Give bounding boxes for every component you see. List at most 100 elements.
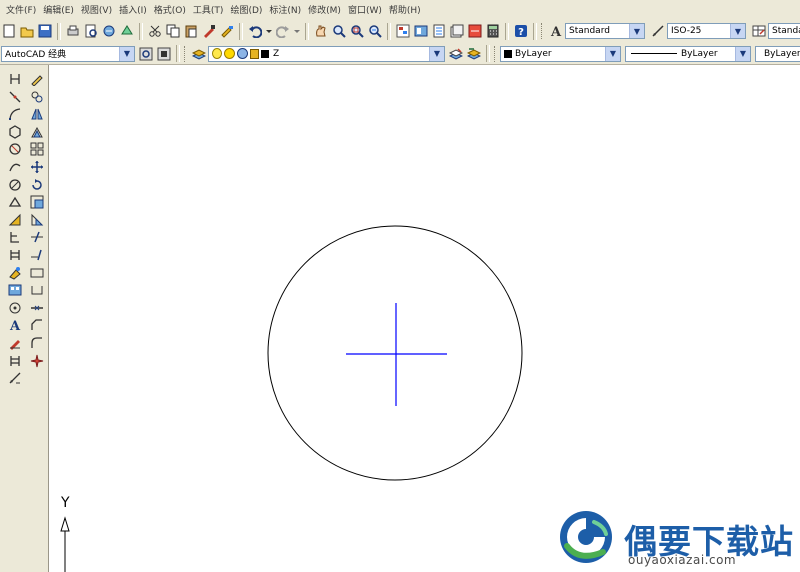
dim-style-icon[interactable] — [650, 23, 666, 39]
globe-icon[interactable] — [237, 48, 248, 59]
toolbar-grip[interactable] — [494, 45, 498, 62]
chevron-down-icon[interactable]: ▼ — [605, 46, 620, 61]
break-at-point-icon[interactable] — [29, 265, 45, 281]
save-icon[interactable] — [37, 23, 53, 39]
menu-insert[interactable]: 插入(I) — [119, 3, 147, 16]
chevron-down-icon[interactable]: ▼ — [429, 46, 444, 61]
line-icon[interactable] — [7, 71, 23, 87]
hatch-icon[interactable]: A — [7, 317, 23, 333]
plot-icon[interactable] — [65, 23, 81, 39]
polygon-icon[interactable] — [7, 124, 23, 140]
sheet-set-icon[interactable] — [449, 23, 465, 39]
ellipse-arc-icon[interactable] — [7, 247, 23, 263]
layer-previous-icon[interactable] — [466, 46, 482, 62]
menu-file[interactable]: 文件(F) — [6, 3, 36, 16]
table-icon[interactable] — [7, 353, 23, 369]
menu-modify[interactable]: 修改(M) — [308, 3, 341, 16]
lineweight-select[interactable]: ByLayer — [755, 45, 800, 62]
cut-icon[interactable] — [147, 23, 163, 39]
toolbar-grip[interactable] — [184, 45, 188, 62]
make-block-icon[interactable] — [7, 282, 23, 298]
extend-icon[interactable] — [29, 247, 45, 263]
copy-icon[interactable] — [165, 23, 181, 39]
make-layer-current-icon[interactable] — [448, 46, 464, 62]
text-style-icon[interactable]: A — [548, 23, 564, 39]
plot-preview-icon[interactable] — [83, 23, 99, 39]
menu-view[interactable]: 视图(V) — [81, 3, 112, 16]
chevron-down-icon[interactable]: ▼ — [119, 46, 134, 61]
chevron-down-icon[interactable] — [265, 23, 273, 39]
help-icon[interactable]: ? — [513, 23, 529, 39]
copy-object-icon[interactable] — [29, 89, 45, 105]
new-file-icon[interactable] — [1, 23, 17, 39]
chevron-down-icon[interactable]: ▼ — [629, 24, 644, 38]
zoom-window-icon[interactable] — [349, 23, 365, 39]
layer-select[interactable]: Z ▼ — [208, 45, 445, 62]
circle-icon[interactable] — [7, 177, 23, 193]
chamfer-icon[interactable] — [29, 317, 45, 333]
rectangle-icon[interactable] — [7, 141, 23, 157]
undo-icon[interactable] — [247, 23, 263, 39]
fillet-icon[interactable] — [29, 335, 45, 351]
table-style-icon[interactable] — [751, 23, 767, 39]
paste-icon[interactable] — [183, 23, 199, 39]
dim-style-select[interactable]: ISO-25 ▼ — [667, 23, 746, 39]
chevron-down-icon[interactable]: ▼ — [730, 24, 745, 38]
insert-block-icon[interactable] — [7, 265, 23, 281]
markup-icon[interactable] — [467, 23, 483, 39]
toolbar-grip[interactable] — [541, 23, 545, 39]
spline-icon[interactable] — [7, 212, 23, 228]
point-icon[interactable] — [7, 300, 23, 316]
sun-icon[interactable] — [224, 48, 235, 59]
join-icon[interactable] — [29, 300, 45, 316]
drawing-canvas[interactable]: Y — [48, 65, 800, 572]
polyline-icon[interactable] — [7, 106, 23, 122]
text-style-select[interactable]: Standard ▼ — [565, 23, 645, 39]
pan-icon[interactable] — [313, 23, 329, 39]
menu-help[interactable]: 帮助(H) — [389, 3, 421, 16]
menu-draw[interactable]: 绘图(D) — [230, 3, 262, 16]
offset-icon[interactable] — [29, 124, 45, 140]
table-style-select[interactable]: Standard — [768, 23, 800, 39]
multiline-text-icon[interactable] — [7, 370, 23, 386]
design-center-icon[interactable] — [413, 23, 429, 39]
arc-icon[interactable] — [7, 159, 23, 175]
block-editor-icon[interactable] — [219, 23, 235, 39]
3d-dwf-icon[interactable] — [119, 23, 135, 39]
rotate-icon[interactable] — [29, 177, 45, 193]
calculator-icon[interactable] — [485, 23, 501, 39]
publish-icon[interactable] — [101, 23, 117, 39]
menu-window[interactable]: 窗口(W) — [348, 3, 382, 16]
properties-icon[interactable] — [395, 23, 411, 39]
drawn-circle[interactable] — [267, 225, 523, 481]
trim-icon[interactable] — [29, 229, 45, 245]
ellipse-icon[interactable] — [7, 229, 23, 245]
zoom-realtime-icon[interactable] — [331, 23, 347, 39]
color-select[interactable]: ByLayer ▼ — [500, 45, 621, 62]
construction-line-icon[interactable] — [7, 89, 23, 105]
open-file-icon[interactable] — [19, 23, 35, 39]
zoom-previous-icon[interactable] — [367, 23, 383, 39]
gradient-icon[interactable] — [7, 335, 23, 351]
menu-tools[interactable]: 工具(T) — [193, 3, 224, 16]
move-icon[interactable] — [29, 159, 45, 175]
menu-dimension[interactable]: 标注(N) — [269, 3, 301, 16]
menu-edit[interactable]: 编辑(E) — [43, 3, 74, 16]
break-icon[interactable] — [29, 282, 45, 298]
scale-icon[interactable] — [29, 194, 45, 210]
linetype-select[interactable]: ByLayer ▼ — [625, 45, 751, 62]
lightbulb-icon[interactable] — [212, 48, 222, 59]
workspace-settings-icon[interactable] — [138, 46, 154, 62]
redo-icon[interactable] — [275, 23, 291, 39]
erase-icon[interactable] — [29, 71, 45, 87]
match-properties-icon[interactable] — [201, 23, 217, 39]
chevron-down-icon[interactable]: ▼ — [735, 46, 750, 61]
layer-manager-icon[interactable] — [191, 46, 207, 62]
chevron-down-icon[interactable] — [293, 23, 301, 39]
lock-toolbar-icon[interactable] — [156, 46, 172, 62]
stretch-icon[interactable] — [29, 212, 45, 228]
explode-icon[interactable] — [29, 353, 45, 369]
workspace-select[interactable]: AutoCAD 经典 ▼ — [1, 45, 135, 62]
unlock-icon[interactable] — [250, 48, 259, 59]
mirror-icon[interactable] — [29, 106, 45, 122]
